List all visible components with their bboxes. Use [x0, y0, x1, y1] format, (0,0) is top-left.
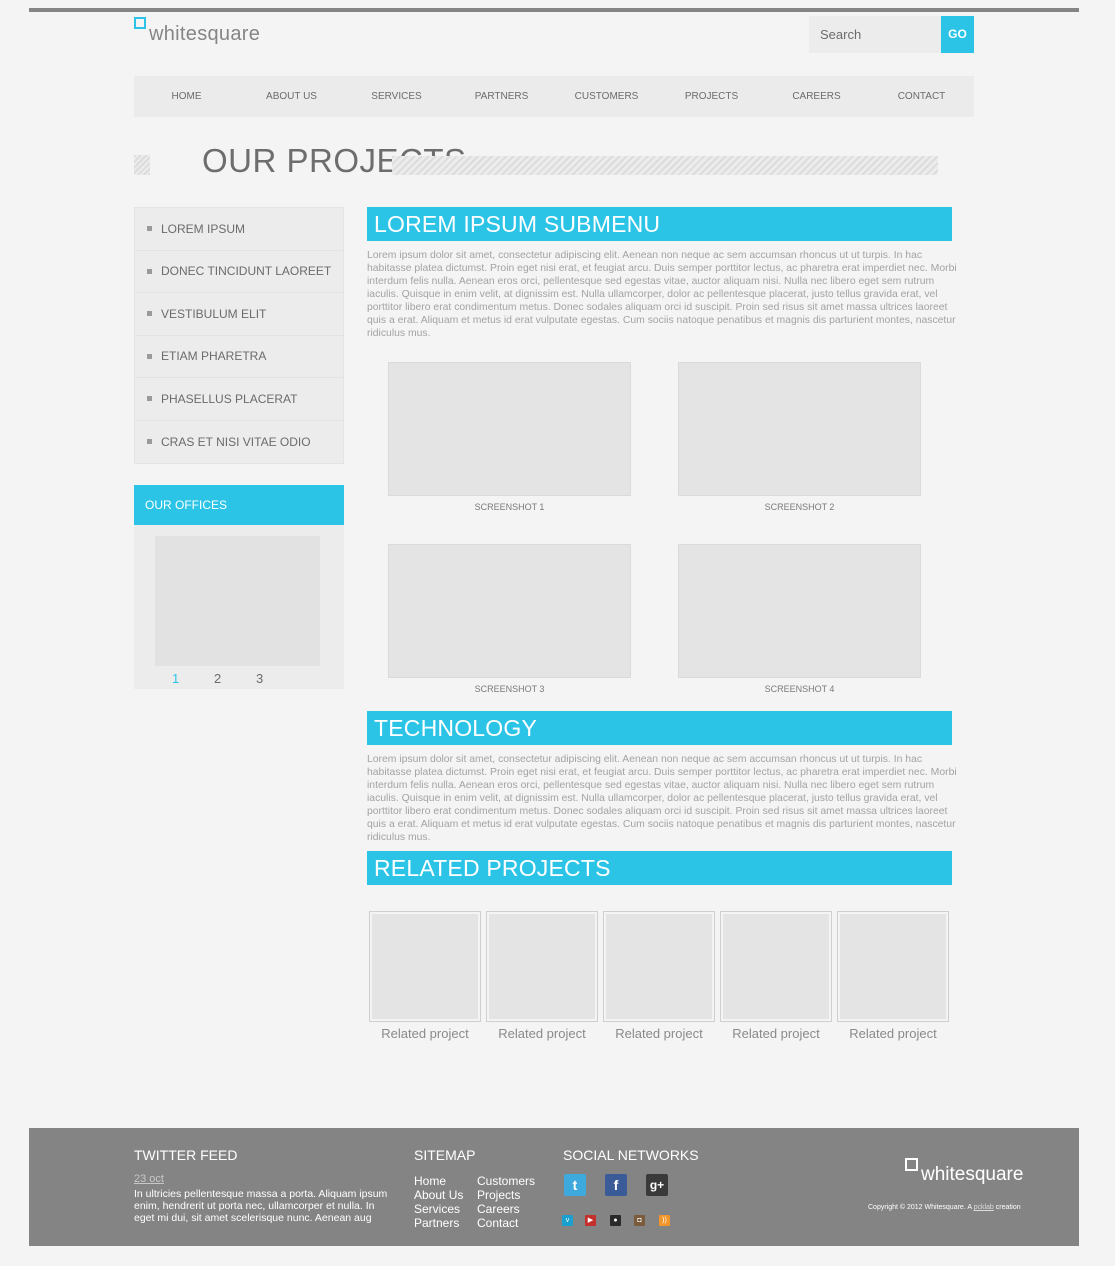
title-pattern-left [134, 155, 150, 175]
footer-logo-text: whitesquare [921, 1164, 1024, 1185]
pcklab-link[interactable]: pcklab [974, 1204, 994, 1211]
nav-projects[interactable]: PROJECTS [659, 76, 764, 117]
related-project-thumbnail[interactable] [837, 911, 949, 1022]
submenu-text: Lorem ipsum dolor sit amet, consectetur … [367, 250, 957, 339]
related-project-thumbnail[interactable] [369, 911, 481, 1022]
sidebar-item-label: ETIAM PHARETRA [161, 349, 267, 364]
sidebar-item-label: CRAS ET NISI VITAE ODIO [161, 434, 311, 449]
sitemap-link-careers[interactable]: Careers [477, 1202, 520, 1216]
sidebar-item-label: LOREM IPSUM [161, 221, 246, 236]
bullet-icon [147, 226, 152, 232]
related-project-caption[interactable]: Related project [720, 1026, 832, 1041]
footer [29, 1128, 1079, 1246]
screenshot-placeholder[interactable] [678, 362, 921, 496]
nav-services[interactable]: SERVICES [344, 76, 449, 117]
facebook-icon[interactable]: f [605, 1174, 627, 1196]
screenshot-placeholder[interactable] [388, 362, 631, 496]
nav-contact[interactable]: CONTACT [869, 76, 974, 117]
flickr-icon[interactable]: ● [610, 1215, 621, 1226]
offices-title: OUR OFFICES [134, 485, 344, 525]
google-plus-icon[interactable]: g+ [646, 1174, 668, 1196]
related-project-caption[interactable]: Related project [837, 1026, 949, 1041]
instagram-icon[interactable]: ◘ [634, 1215, 645, 1226]
sidebar-item-label: DONEC TINCIDUNT LAOREET [161, 264, 332, 279]
pager-page-2[interactable]: 2 [214, 671, 256, 686]
sitemap-title: SITEMAP [414, 1147, 476, 1163]
technology-text: Lorem ipsum dolor sit amet, consectetur … [367, 754, 957, 843]
office-image-placeholder [155, 536, 320, 666]
bullet-icon [147, 353, 152, 359]
offices-pager: 1 2 3 [172, 671, 298, 686]
twitter-icon[interactable]: t [564, 1174, 586, 1196]
related-project-thumbnail[interactable] [720, 911, 832, 1022]
screenshot-placeholder[interactable] [388, 544, 631, 678]
sitemap-link-services[interactable]: Services [414, 1202, 460, 1216]
vimeo-icon[interactable]: v [562, 1215, 573, 1226]
sitemap-link-contact[interactable]: Contact [477, 1216, 518, 1230]
search-go-button[interactable]: GO [941, 16, 974, 53]
technology-heading: TECHNOLOGY [367, 711, 952, 745]
title-pattern-bar [392, 156, 938, 175]
tweet-date[interactable]: 23 oct [134, 1173, 164, 1185]
copyright-prefix: Copyright © 2012 Whitesquare. A [868, 1204, 972, 1211]
top-border [29, 8, 1079, 12]
search-input[interactable]: Search [809, 16, 941, 53]
bullet-icon [147, 268, 152, 274]
submenu-heading: LOREM IPSUM SUBMENU [367, 207, 952, 241]
related-projects-heading: RELATED PROJECTS [367, 851, 952, 885]
related-project-caption[interactable]: Related project [369, 1026, 481, 1041]
social-networks-title: SOCIAL NETWORKS [563, 1147, 699, 1163]
pager-page-1[interactable]: 1 [172, 671, 214, 686]
bullet-icon [147, 439, 152, 445]
related-project-thumbnail[interactable] [486, 911, 598, 1022]
logo-text: whitesquare [149, 23, 261, 45]
main-nav: HOME ABOUT US SERVICES PARTNERS CUSTOMER… [134, 76, 974, 117]
sidebar-item-label: PHASELLUS PLACERAT [161, 391, 298, 406]
copyright: Copyright © 2012 Whitesquare. A pcklab c… [868, 1204, 1021, 1211]
related-project-caption[interactable]: Related project [486, 1026, 598, 1041]
logo-square-icon [134, 17, 146, 29]
bullet-icon [147, 396, 152, 402]
nav-home[interactable]: HOME [134, 76, 239, 117]
tweet-text: In ultricies pellentesque massa a porta.… [134, 1188, 388, 1224]
bullet-icon [147, 311, 152, 317]
screenshot-caption: SCREENSHOT 2 [764, 502, 835, 512]
footer-logo[interactable]: whitesquare [905, 1158, 1023, 1186]
sitemap-link-customers[interactable]: Customers [477, 1174, 535, 1188]
sidebar-item[interactable]: VESTIBULUM ELIT [135, 293, 343, 336]
nav-partners[interactable]: PARTNERS [449, 76, 554, 117]
rss-icon[interactable]: )) [659, 1215, 670, 1226]
related-project-caption[interactable]: Related project [603, 1026, 715, 1041]
sitemap-link-home[interactable]: Home [414, 1174, 446, 1188]
sidebar-item[interactable]: PHASELLUS PLACERAT [135, 378, 343, 421]
sidebar-item[interactable]: ETIAM PHARETRA [135, 336, 343, 378]
logo[interactable]: whitesquare [134, 16, 260, 48]
sitemap-link-partners[interactable]: Partners [414, 1216, 459, 1230]
sidebar-item[interactable]: CRAS ET NISI VITAE ODIO [135, 421, 343, 464]
nav-careers[interactable]: CAREERS [764, 76, 869, 117]
screenshot-caption: SCREENSHOT 1 [474, 502, 545, 512]
pager-page-3[interactable]: 3 [256, 671, 298, 686]
sidebar-menu: LOREM IPSUM DONEC TINCIDUNT LAOREET VEST… [134, 207, 344, 464]
screenshot-placeholder[interactable] [678, 544, 921, 678]
screenshot-caption: SCREENSHOT 4 [764, 684, 835, 694]
sidebar-item[interactable]: DONEC TINCIDUNT LAOREET [135, 251, 343, 293]
copyright-suffix: creation [995, 1204, 1021, 1211]
nav-customers[interactable]: CUSTOMERS [554, 76, 659, 117]
sitemap-link-projects[interactable]: Projects [477, 1188, 520, 1202]
sitemap-link-about-us[interactable]: About Us [414, 1188, 463, 1202]
related-project-thumbnail[interactable] [603, 911, 715, 1022]
sidebar-item-label: VESTIBULUM ELIT [161, 306, 267, 321]
sidebar-item[interactable]: LOREM IPSUM [135, 208, 343, 251]
logo-square-icon [905, 1158, 918, 1171]
nav-about-us[interactable]: ABOUT US [239, 76, 344, 117]
screenshot-caption: SCREENSHOT 3 [474, 684, 545, 694]
youtube-icon[interactable]: ▶ [585, 1215, 596, 1226]
twitter-feed-title: TWITTER FEED [134, 1147, 238, 1163]
